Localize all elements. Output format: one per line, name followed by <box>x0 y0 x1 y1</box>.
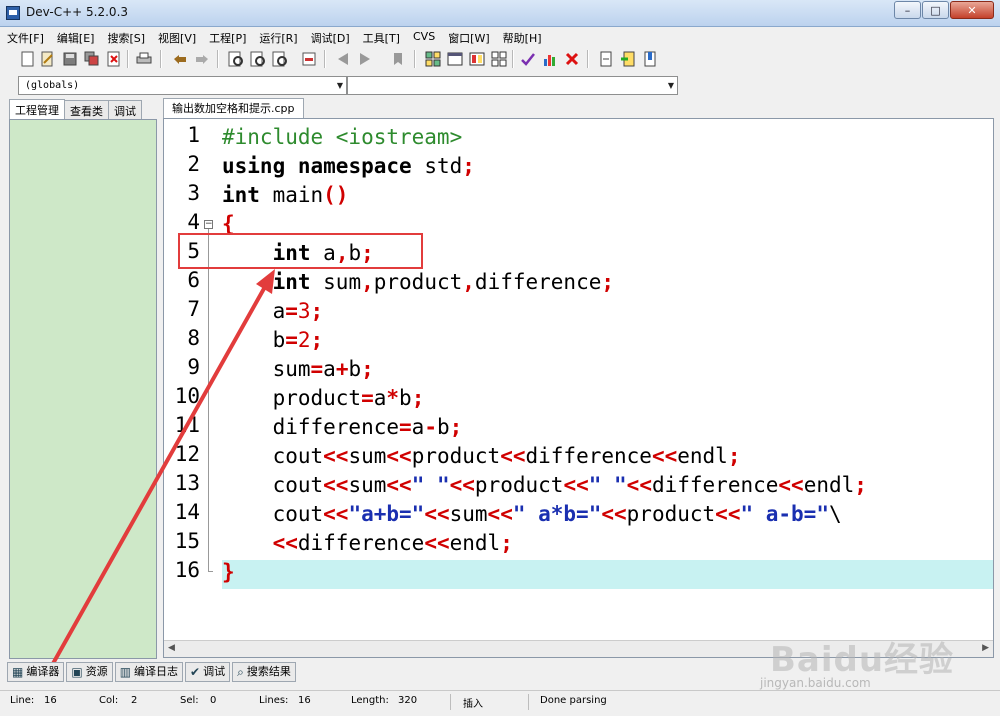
tab-search-results-label: 搜索结果 <box>246 665 291 678</box>
check-icon: ✔ <box>190 665 201 679</box>
status-lines-value: 16 <box>298 695 311 706</box>
tab-search-results[interactable]: ⌕ 搜索结果 <box>232 662 296 682</box>
status-sel-label: Sel: <box>180 695 199 706</box>
status-sel-value: 0 <box>210 695 217 706</box>
annotation-arrow <box>44 269 275 678</box>
tab-debug-output[interactable]: ✔ 调试 <box>185 662 231 682</box>
tab-compile-log[interactable]: ▥ 编译日志 <box>114 662 184 682</box>
chart-icon: ▥ <box>119 665 132 679</box>
tab-compile-log-label: 编译日志 <box>134 665 179 678</box>
bottom-panel-tabs: ▦ 编译器 ▣ 资源 ▥ 编译日志 ✔ 调试 ⌕ 搜索结果 <box>7 662 298 682</box>
status-lines-label: Lines: <box>259 695 289 706</box>
watermark: Baidu经验 <box>770 640 955 680</box>
status-col-label: Col: <box>99 695 119 706</box>
status-line-label: Line: <box>10 695 35 706</box>
status-line-value: 16 <box>44 695 57 706</box>
tab-debug-output-label: 调试 <box>203 665 226 678</box>
tab-compiler-label: 编译器 <box>26 665 60 678</box>
status-length-label: Length: <box>351 695 389 706</box>
status-insert-mode: 插入 <box>463 699 483 710</box>
status-col-value: 2 <box>131 695 138 706</box>
tab-resources[interactable]: ▣ 资源 <box>66 662 113 682</box>
tab-compiler[interactable]: ▦ 编译器 <box>7 662 65 682</box>
tab-resources-label: 资源 <box>85 665 108 678</box>
resources-icon: ▣ <box>71 665 83 679</box>
status-message: Done parsing <box>540 695 607 706</box>
status-bar: Line: 16 Col: 2 Sel: 0 Lines: 16 Length:… <box>0 690 1000 716</box>
status-length-value: 320 <box>398 695 418 706</box>
dev-cpp-window: Dev-C++ 5.2.0.3 – □ ✕ 文件[F] 编辑[E] 搜索[S] … <box>0 0 1000 716</box>
grid-icon: ▦ <box>12 665 24 679</box>
search-icon: ⌕ <box>237 665 244 679</box>
watermark-url: jingyan.baidu.com <box>760 676 871 690</box>
